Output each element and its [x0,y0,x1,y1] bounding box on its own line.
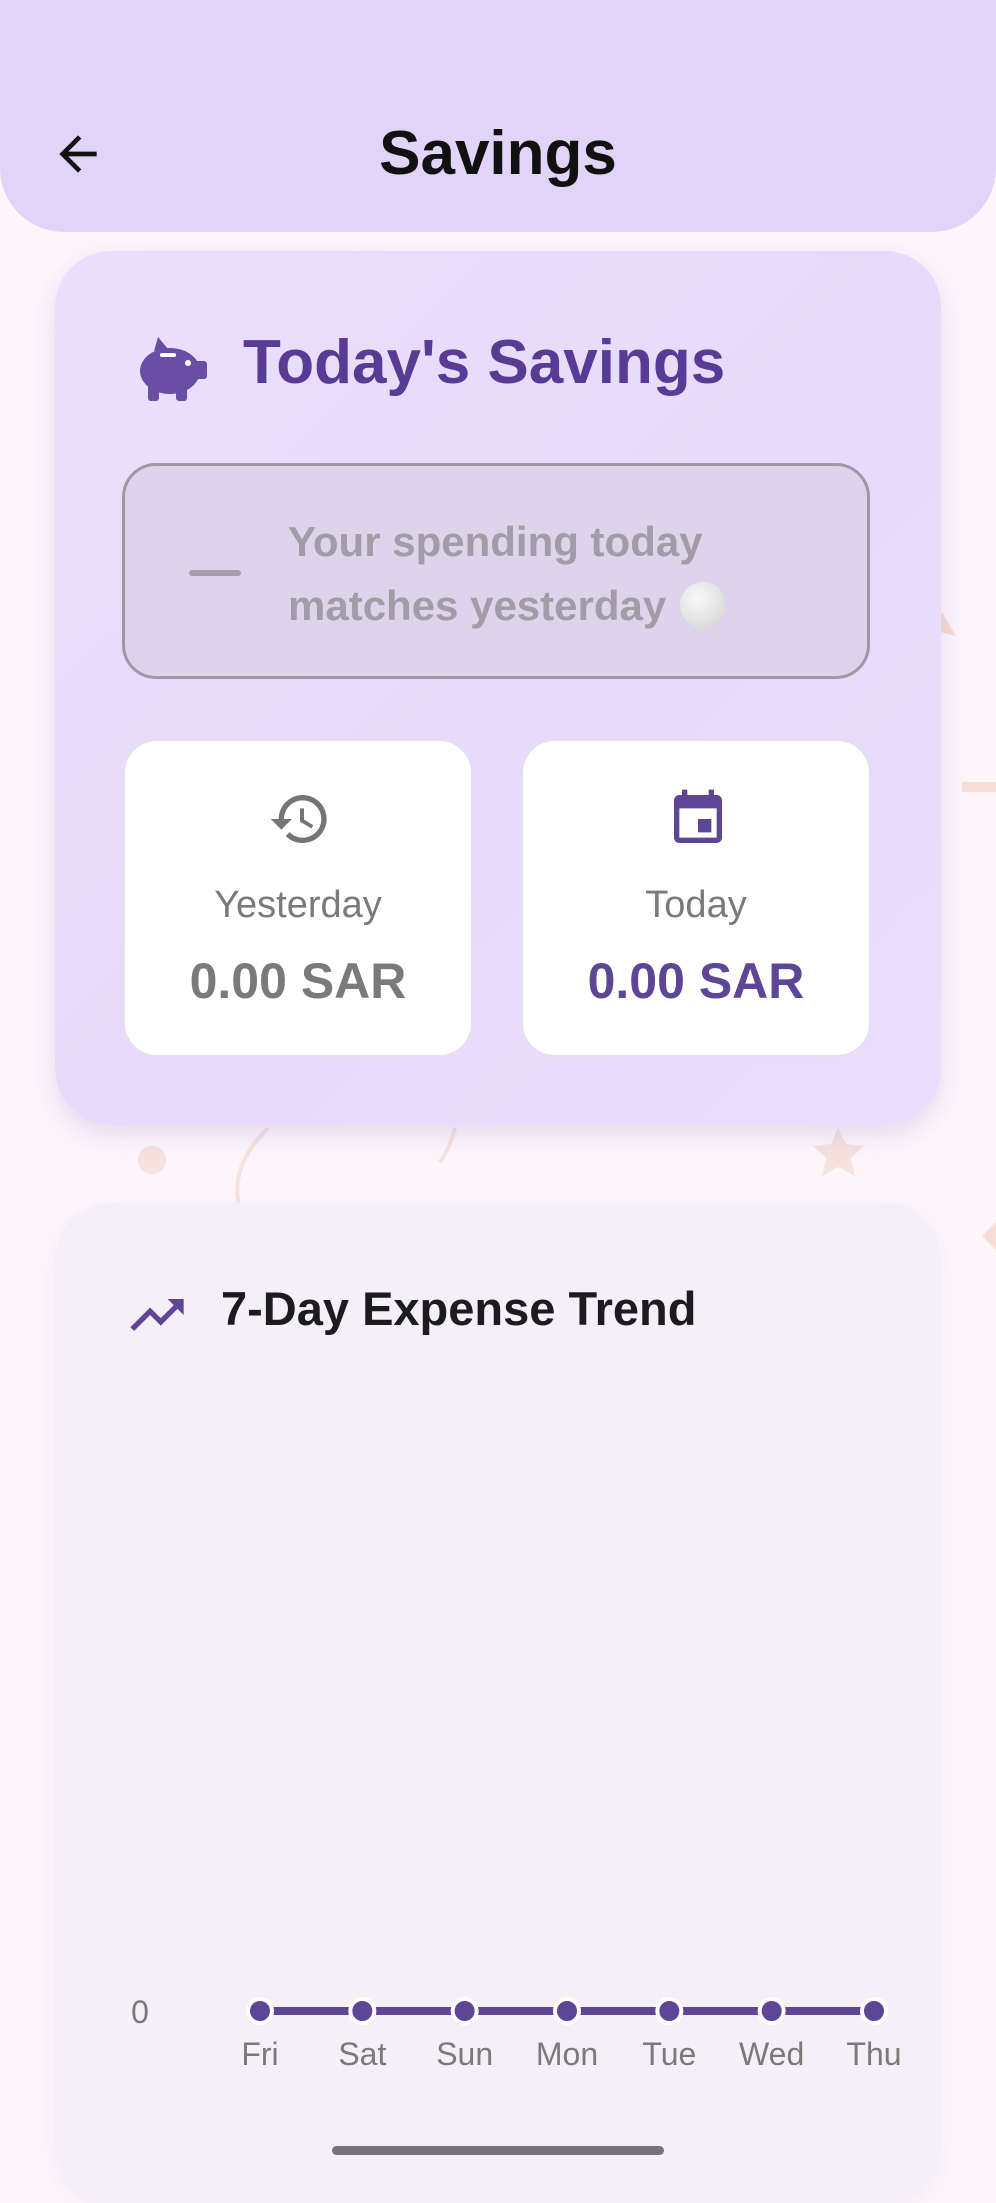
history-icon [270,795,327,843]
status-message: Your spending today matches yesterday [288,510,808,638]
data-point [655,1997,684,2025]
x-tick-label: Fri [241,2036,278,2072]
expense-trend-card: 7-Day Expense Trend 0 Fri Sat Sun Mon Tue Wed T… [55,1203,941,2203]
todays-savings-card: Today's Savings Your spending today matc… [55,251,941,1125]
expense-trend-chart: 0 Fri Sat Sun Mon Tue Wed Thu [131,1994,901,2072]
y-tick-label: 0 [131,1994,149,2030]
calendar-icon [674,789,722,843]
page-title: Savings [379,119,617,188]
card-title: Today's Savings [243,328,726,397]
app-bar: Savings [0,0,996,232]
white-circle-emoji [680,582,727,628]
x-tick-label: Mon [536,2036,598,2072]
data-point [348,1997,377,2025]
piggy-bank-icon [140,337,207,401]
x-tick-label: Tue [642,2036,696,2072]
yesterday-value: 0.00 SAR [189,953,407,1009]
x-tick-label: Sat [338,2036,386,2072]
data-point [757,1997,786,2025]
today-value: 0.00 SAR [587,953,805,1009]
data-point [246,1997,274,2025]
x-tick-label: Wed [739,2036,804,2072]
x-tick-label: Thu [846,2036,901,2072]
data-point [860,1997,888,2025]
today-label: Today [645,884,747,926]
minus-dash-icon [189,570,241,576]
status-message-box: Your spending today matches yesterday [122,463,870,679]
yesterday-stat-card: Yesterday 0.00 SAR [123,739,473,1057]
x-tick-label: Sun [436,2036,493,2072]
home-indicator[interactable] [332,2146,664,2155]
data-point [553,1997,581,2025]
data-point [450,1997,479,2025]
yesterday-label: Yesterday [214,884,382,926]
status-message-text: Your spending today matches yesterday [288,518,703,629]
today-stat-card: Today 0.00 SAR [521,739,871,1057]
